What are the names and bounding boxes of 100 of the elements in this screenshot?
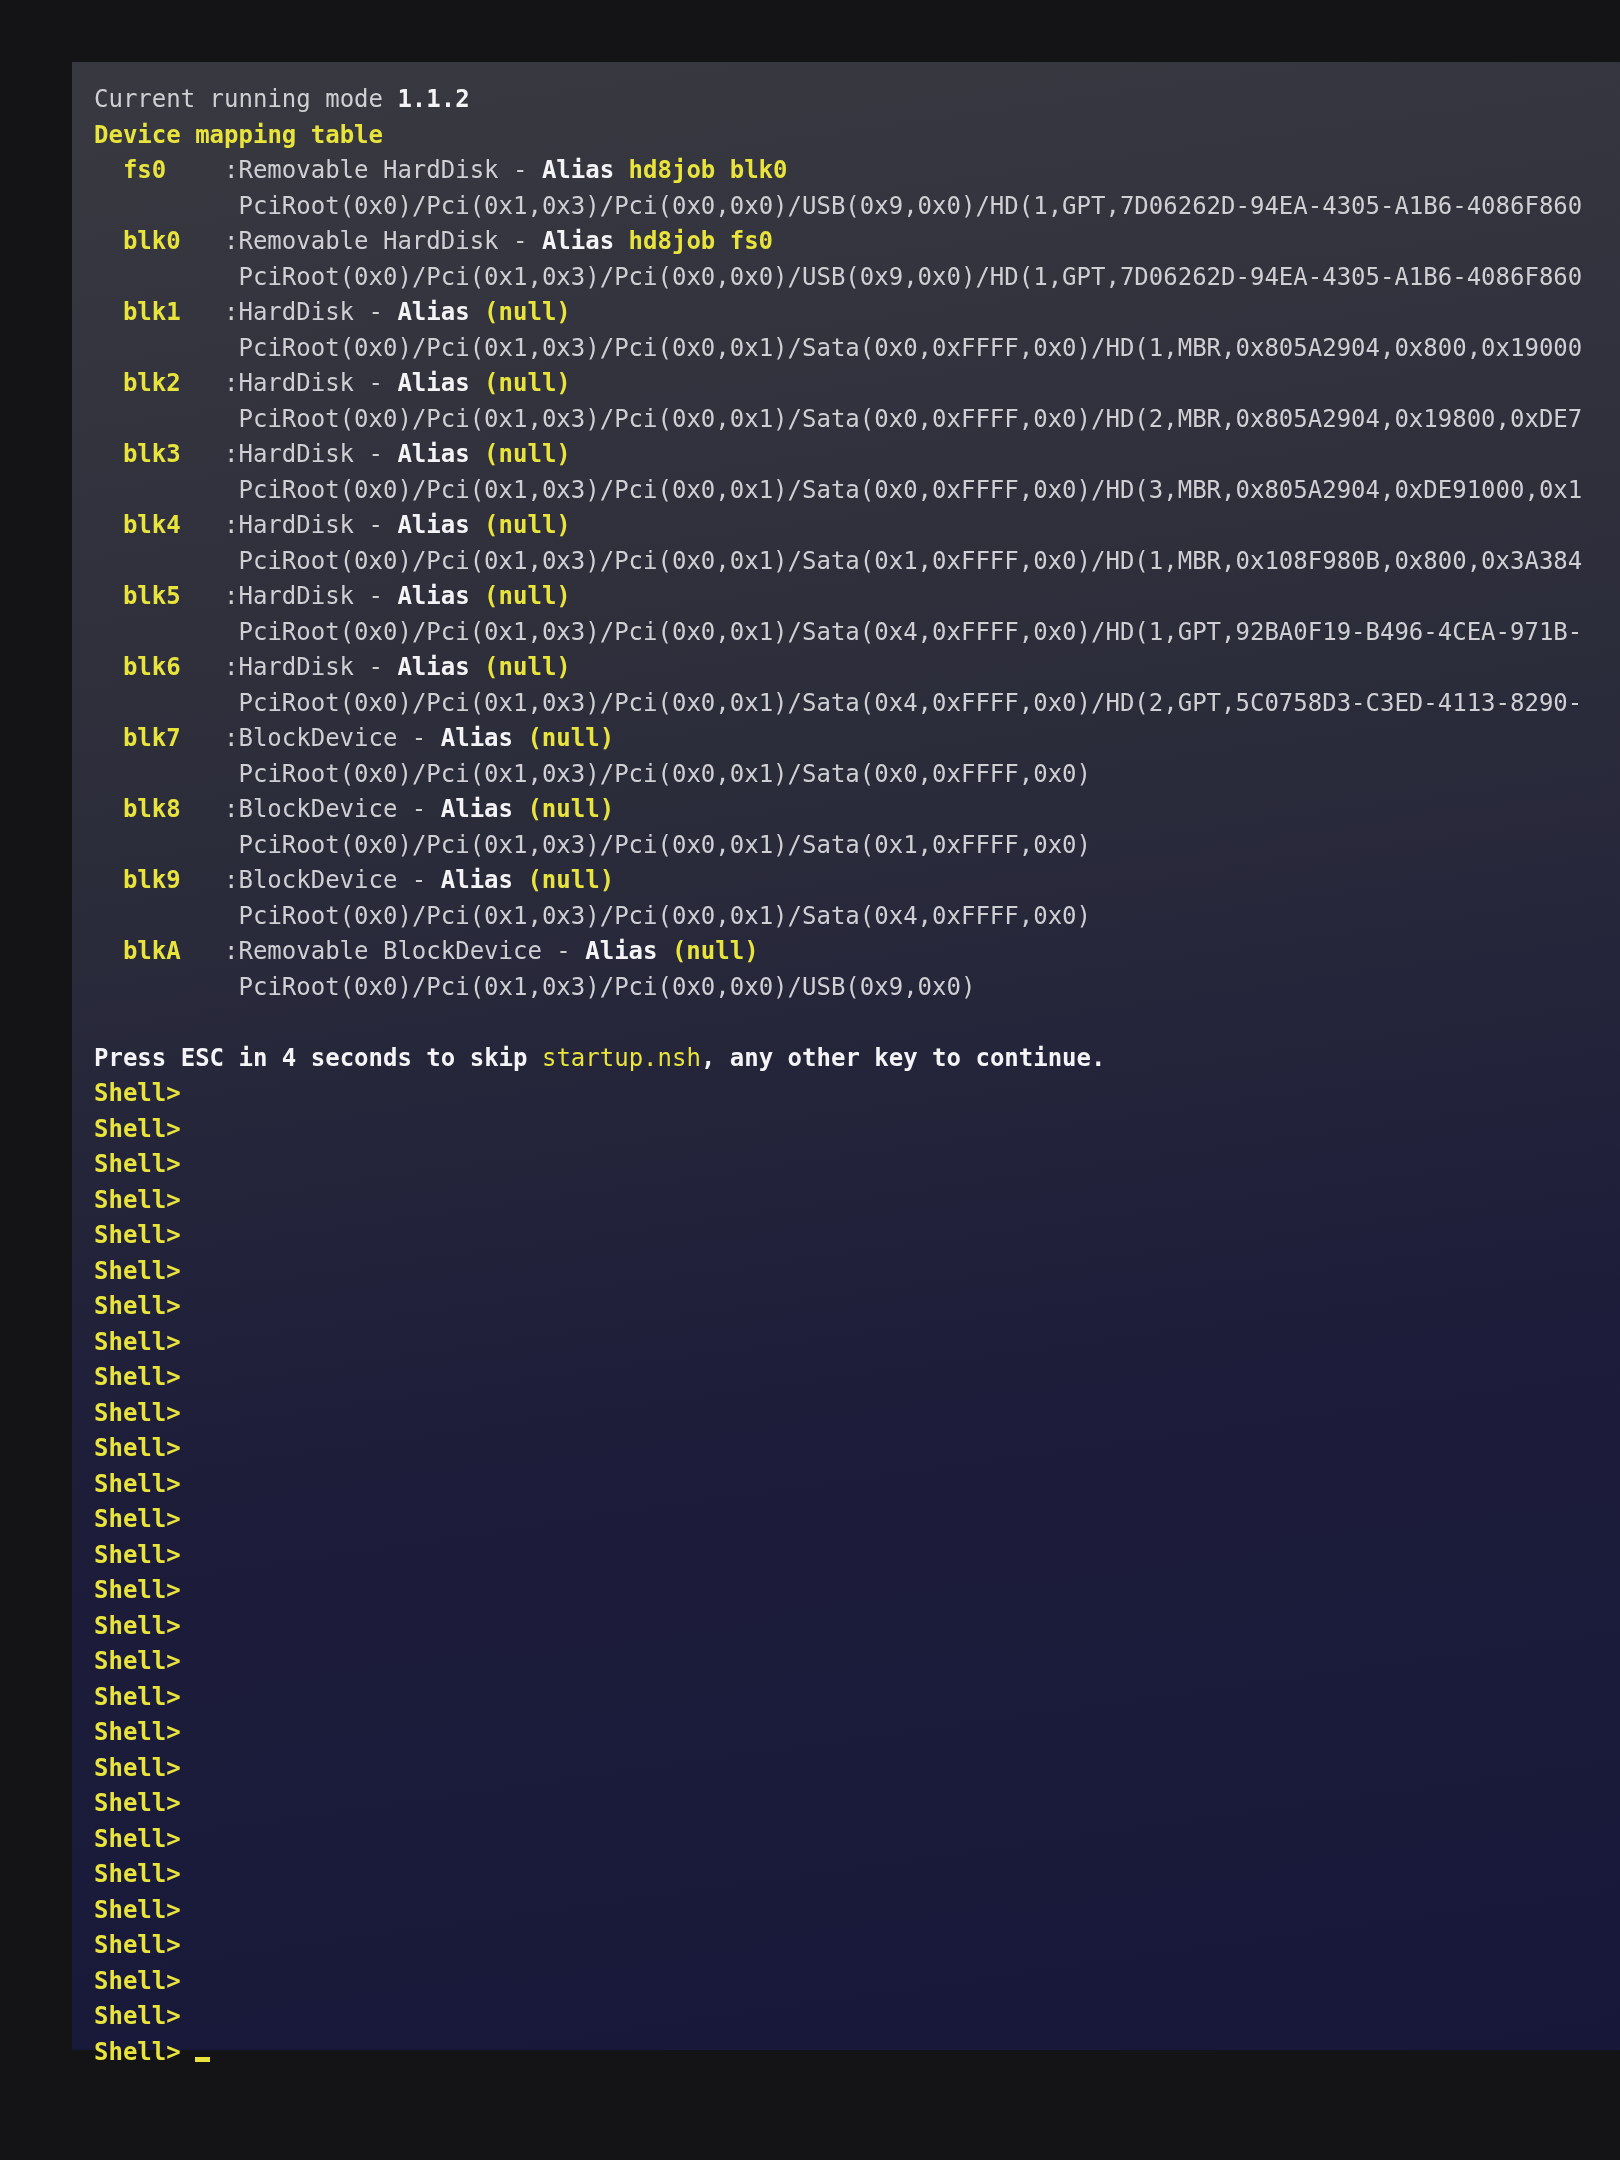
shell-prompt: Shell> (94, 1859, 181, 1890)
alias-label: Alias (397, 652, 470, 683)
device-path: PciRoot(0x0)/Pci(0x1,0x3)/Pci(0x0,0x0)/USB(0x9,0x0)/HD(1,GPT,7D06262D-94EA-4305-A1B6-4086F860 (238, 190, 1583, 222)
device-name: blk0 (122, 226, 182, 257)
alias-value: (null) (484, 581, 571, 612)
device-type: :HardDisk (224, 368, 355, 399)
dash-separator: - (368, 439, 383, 470)
alias-label: Alias (585, 936, 658, 967)
device-path: PciRoot(0x0)/Pci(0x1,0x3)/Pci(0x0,0x0)/USB(0x9,0x0)/HD(1,GPT,7D06262D-94EA-4305-A1B6-4086F860 (238, 261, 1583, 293)
device-name: blk5 (122, 581, 182, 612)
device-type: :HardDisk (224, 510, 355, 541)
device-name: blk8 (122, 794, 182, 825)
shell-prompt: Shell> (94, 1220, 181, 1251)
dash-separator: - (368, 297, 383, 328)
dash-separator: - (368, 510, 383, 541)
table-title: Device mapping table (94, 119, 383, 151)
device-type: :HardDisk (224, 581, 355, 612)
startup-message: Press ESC in 4 seconds to skip startup.nsh, any other key to continue. (94, 1042, 1106, 1074)
shell-prompt: Shell> (94, 1184, 181, 1216)
device-type: :HardDisk (224, 652, 355, 683)
shell-prompt: Shell> (94, 1362, 181, 1393)
device-path: PciRoot(0x0)/Pci(0x1,0x3)/Pci(0x0,0x0)/USB(0x9,0x0) (238, 971, 976, 1003)
shell-prompt: Shell> (94, 1113, 181, 1145)
device-name: fs0 (122, 155, 168, 186)
device-path: PciRoot(0x0)/Pci(0x1,0x3)/Pci(0x0,0x1)/Sata(0x0,0xFFFF,0x0)/HD(1,MBR,0x805A2904,0x800,0x19000 (238, 332, 1583, 364)
device-path: PciRoot(0x0)/Pci(0x1,0x3)/Pci(0x0,0x1)/Sata(0x1,0xFFFF,0x0) (238, 829, 1091, 861)
alias-value: (null) (527, 865, 615, 896)
shell-prompt: Shell> (94, 2001, 181, 2032)
alias-value: (null) (527, 794, 615, 825)
device-type: :BlockDevice (224, 865, 398, 896)
dash-separator: - (368, 652, 383, 683)
device-type: :Removable BlockDevice (224, 936, 542, 967)
device-name: blk9 (122, 865, 182, 896)
device-type: :Removable HardDisk (224, 226, 499, 257)
alias-value: (null) (484, 439, 571, 470)
alias-label: Alias (397, 368, 470, 399)
device-path: PciRoot(0x0)/Pci(0x1,0x3)/Pci(0x0,0x1)/Sata(0x0,0xFFFF,0x0) (238, 758, 1091, 790)
alias-label: Alias (541, 226, 615, 257)
mode-version: 1.1.2 (397, 84, 470, 115)
dash-separator: - (411, 865, 427, 896)
dash-separator: - (411, 794, 427, 825)
device-type: :HardDisk (224, 439, 355, 470)
shell-prompt: Shell> (94, 1894, 181, 1926)
shell-prompt: Shell> (94, 1539, 181, 1571)
alias-value: (null) (484, 368, 571, 399)
device-name: blk2 (122, 368, 182, 399)
shell-prompt: Shell> (94, 1965, 181, 1997)
alias-label: Alias (541, 155, 615, 186)
alias-value: (null) (484, 652, 571, 683)
device-name: blk1 (122, 297, 182, 328)
device-name: blk3 (122, 439, 182, 470)
alias-label: Alias (397, 297, 470, 328)
dash-separator: - (513, 155, 528, 186)
shell-prompt: Shell> (94, 1823, 181, 1855)
shell-prompt: Shell> (94, 1646, 181, 1677)
shell-prompt: Shell> (94, 1291, 181, 1322)
device-path: PciRoot(0x0)/Pci(0x1,0x3)/Pci(0x0,0x1)/Sata(0x0,0xFFFF,0x0)/HD(2,MBR,0x805A2904,0x19800,0xDE7 (238, 403, 1583, 435)
alias-label: Alias (440, 723, 513, 754)
dash-separator: - (513, 226, 528, 257)
device-path: PciRoot(0x0)/Pci(0x1,0x3)/Pci(0x0,0x1)/Sata(0x4,0xFFFF,0x0)/HD(2,GPT,5C0758D3-C3ED-4113-8290- (238, 687, 1583, 719)
shell-prompt: Shell> (94, 1468, 181, 1500)
dash-separator: - (368, 368, 383, 399)
device-name: blkA (122, 936, 182, 967)
device-path: PciRoot(0x0)/Pci(0x1,0x3)/Pci(0x0,0x1)/Sata(0x4,0xFFFF,0x0)/HD(1,GPT,92BA0F19-B496-4CEA-971B- (238, 616, 1583, 648)
shell-prompt: Shell> (94, 1717, 181, 1748)
alias-label: Alias (397, 510, 470, 541)
shell-prompt: Shell> (94, 1255, 181, 1287)
alias-value: (null) (484, 510, 571, 541)
device-name: blk4 (122, 510, 182, 541)
shell-prompt: Shell> (94, 1504, 181, 1535)
shell-prompt: Shell> (94, 1433, 181, 1464)
alias-value: (null) (484, 297, 571, 328)
device-type: :BlockDevice (224, 723, 398, 754)
shell-prompt: Shell> (94, 1078, 181, 1109)
dash-separator: - (411, 723, 427, 754)
device-type: :BlockDevice (224, 794, 398, 825)
shell-prompt: Shell> (94, 1610, 181, 1642)
shell-prompt: Shell> (94, 1575, 181, 1606)
device-path: PciRoot(0x0)/Pci(0x1,0x3)/Pci(0x0,0x1)/Sata(0x1,0xFFFF,0x0)/HD(1,MBR,0x108F980B,0x800,0x3A384 (238, 545, 1583, 577)
alias-label: Alias (440, 794, 513, 825)
alias-value: hd8job blk0 (628, 155, 788, 186)
shell-prompt: Shell> (94, 1788, 181, 1819)
shell-prompt: Shell> (94, 1930, 181, 1961)
alias-value: hd8job fs0 (628, 226, 774, 257)
device-path: PciRoot(0x0)/Pci(0x1,0x3)/Pci(0x0,0x1)/Sata(0x0,0xFFFF,0x0)/HD(3,MBR,0x805A2904,0xDE91000,0x1 (238, 474, 1583, 506)
shell-prompt: Shell> (94, 1149, 181, 1180)
device-type: :HardDisk (224, 297, 355, 328)
dash-separator: - (368, 581, 383, 612)
shell-prompt: Shell> (94, 1397, 181, 1429)
alias-value: (null) (527, 723, 615, 754)
shell-prompt: Shell> (94, 1752, 181, 1784)
shell-prompt: Shell> (94, 1681, 181, 1713)
mode-label: Current running mode (94, 84, 383, 115)
alias-value: (null) (671, 936, 759, 967)
shell-prompt: Shell> (94, 1326, 181, 1358)
alias-label: Alias (440, 865, 513, 896)
device-path: PciRoot(0x0)/Pci(0x1,0x3)/Pci(0x0,0x1)/Sata(0x4,0xFFFF,0x0) (238, 900, 1091, 932)
device-name: blk7 (122, 723, 182, 754)
device-name: blk6 (122, 652, 182, 683)
alias-label: Alias (397, 581, 470, 612)
